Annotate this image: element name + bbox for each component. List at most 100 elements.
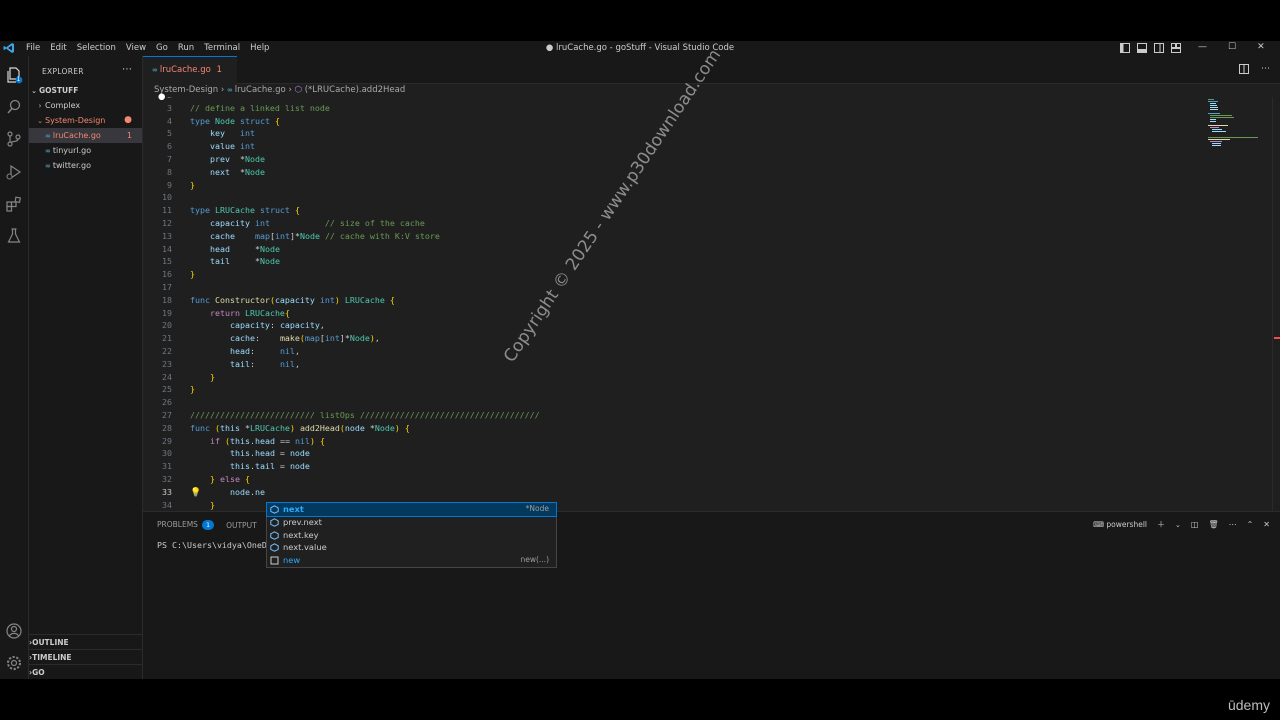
run-debug-icon[interactable] [5, 163, 23, 181]
code-line: node.ne [229, 486, 265, 497]
tree-item-lrucache[interactable]: ∞ lruCache.go 1 [29, 128, 142, 143]
tab-output[interactable]: OUTPUT [226, 521, 257, 530]
line-number: 4 [167, 115, 172, 126]
line-number: 31 [162, 461, 172, 472]
udemy-logo: ūdemy [1227, 697, 1270, 713]
timeline-section[interactable]: ›TIMELINE [29, 649, 142, 664]
suggestion-item[interactable]: prev.next [267, 516, 556, 529]
line-number: 7 [167, 154, 172, 164]
code-editor[interactable]: 23 // define a linked list node 4 type Node… [143, 97, 1280, 511]
maximize-icon[interactable]: ☐ [1228, 42, 1236, 52]
tree-item-twitter[interactable]: ∞ twitter.go [29, 158, 142, 173]
suggestion-detail: *Node [525, 504, 549, 513]
go-section[interactable]: ›GO [29, 664, 142, 679]
breadcrumb: System-Design › ∞ lruCache.go › ⬡ (*LRUCa… [154, 84, 405, 97]
more-actions-icon[interactable]: ⋯ [122, 64, 132, 75]
split-terminal-icon[interactable]: ◫ [1191, 520, 1199, 529]
code-line: tail: nil, [229, 358, 300, 369]
code-line: this.tail = node [229, 461, 310, 472]
code-line: } else { [209, 474, 250, 484]
field-icon [270, 518, 279, 527]
maximize-panel-icon[interactable]: ⌃ [1247, 520, 1254, 529]
terminal-prompt[interactable]: PS C:\Users\vidya\OneD [157, 540, 267, 550]
code-line: prev *Node [209, 154, 265, 164]
code-line: this.head = node [229, 448, 310, 459]
code-line: if (this.head == nil) { [209, 435, 325, 446]
line-number: 5 [167, 128, 172, 139]
panel-tabs: PROBLEMS 1 OUTPUT [157, 520, 257, 530]
close-window-icon[interactable]: ✕ [1257, 42, 1265, 52]
code-line: head: nil, [229, 346, 300, 356]
code-line: } [209, 371, 215, 382]
explorer-sidebar: EXPLORER ⋯ ⌄ GOSTUFF › Complex ⌄ System-Des… [29, 56, 143, 679]
close-panel-icon[interactable]: ✕ [1263, 520, 1270, 529]
tree-item-label: twitter.go [52, 161, 92, 170]
code-line: } [209, 499, 215, 510]
activity-bar: 1 [0, 56, 29, 679]
code-line: capacity int // size of the cache [209, 218, 425, 228]
workspace-root[interactable]: ⌄ GOSTUFF [29, 83, 142, 98]
outline-section[interactable]: ›OUTLINE [29, 634, 142, 649]
breadcrumb-file[interactable]: lruCache.go [235, 85, 286, 95]
error-dot-icon: ● [124, 115, 132, 125]
line-number: 15 [162, 256, 172, 267]
more-actions-icon[interactable]: ⋯ [1261, 64, 1270, 74]
section-label: GO [32, 668, 45, 677]
line-number: 24 [162, 371, 172, 382]
tab-problems[interactable]: PROBLEMS 1 [157, 520, 215, 530]
editor-scrollbar[interactable] [1272, 97, 1280, 511]
toggle-panel-icon[interactable] [1137, 43, 1147, 53]
window-controls: — ☐ ✕ [1198, 42, 1265, 52]
extensions-icon[interactable] [5, 195, 23, 213]
minimize-icon[interactable]: — [1198, 42, 1207, 52]
trash-icon[interactable]: 🗑 [1208, 520, 1218, 529]
chevron-right-icon: › [38, 102, 42, 110]
tree-item-label: tinyurl.go [52, 146, 92, 155]
breadcrumb-folder[interactable]: System-Design [154, 85, 218, 95]
tree-item-label: System-Design [45, 116, 106, 125]
testing-icon[interactable] [5, 227, 23, 245]
toggle-primary-sidebar-icon[interactable] [1120, 43, 1130, 53]
line-number: 8 [167, 166, 172, 177]
line-number: 23 [162, 358, 172, 369]
code-line: // define a linked list node [190, 102, 330, 113]
line-number: 13 [162, 230, 172, 241]
toggle-secondary-sidebar-icon[interactable] [1154, 43, 1164, 53]
code-line: } [190, 269, 195, 280]
tree-item-complex[interactable]: › Complex [29, 98, 142, 113]
search-icon[interactable] [5, 98, 23, 116]
suggestion-item[interactable]: next *Node [266, 502, 557, 517]
explorer-header: EXPLORER [42, 67, 84, 76]
line-number: 34 [162, 499, 172, 510]
code-line: tail *Node [209, 256, 280, 267]
line-number: 26 [162, 397, 172, 408]
code-line: cache: make(map[int]*Node), [229, 333, 380, 344]
suggestion-item[interactable]: next.key [267, 529, 556, 542]
more-actions-icon[interactable]: ⋯ [1229, 520, 1237, 529]
suggestion-item[interactable]: next.value [267, 541, 556, 554]
terminal-selector[interactable]: ⌨ powershell [1093, 520, 1147, 529]
split-editor-icon[interactable] [1239, 64, 1249, 74]
new-terminal-icon[interactable]: ＋ [1157, 519, 1165, 530]
accounts-icon[interactable] [5, 622, 23, 640]
tab-lrucache[interactable]: ∞ lruCache.go 1 ● [143, 56, 237, 102]
tree-item-system-design[interactable]: ⌄ System-Design ● [29, 113, 142, 128]
lightbulb-icon[interactable]: 💡 [190, 488, 201, 498]
section-label: OUTLINE [32, 638, 69, 647]
suggestion-label: prev.next [283, 516, 322, 527]
breadcrumb-symbol[interactable]: (*LRUCache).add2Head [305, 85, 406, 95]
code-line: ///////////////////////// listOps //////… [190, 410, 540, 420]
minimap[interactable] [1208, 97, 1268, 157]
suggestion-item[interactable]: new new(...) [267, 554, 556, 567]
layout-controls [1120, 43, 1181, 53]
code-line: next *Node [209, 166, 265, 177]
go-file-icon: ∞ [152, 66, 158, 74]
line-number: 19 [162, 307, 172, 318]
chevron-down-icon[interactable]: ⌄ [1175, 521, 1181, 529]
vscode-window: File Edit Selection View Go Run Terminal… [0, 41, 1280, 679]
tree-item-label: lruCache.go [52, 131, 101, 140]
customize-layout-icon[interactable] [1171, 43, 1181, 53]
tree-item-tinyurl[interactable]: ∞ tinyurl.go [29, 143, 142, 158]
settings-gear-icon[interactable] [5, 654, 23, 672]
source-control-icon[interactable] [5, 130, 23, 148]
